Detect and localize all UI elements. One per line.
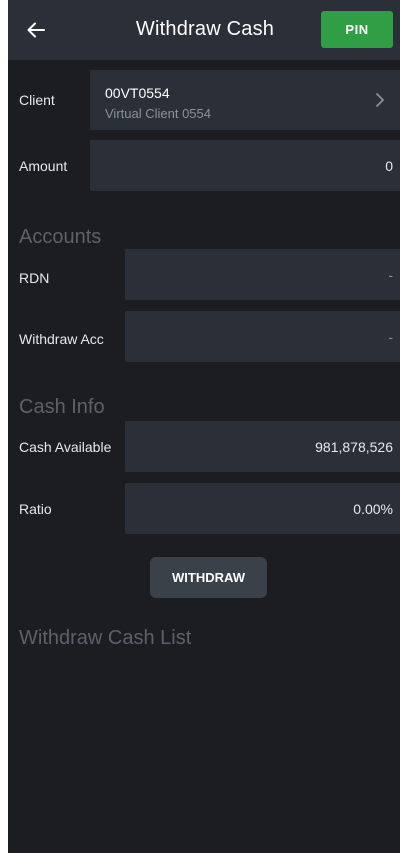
- withdraw-cash-list: [8, 665, 400, 853]
- client-code: 00VT0554: [105, 85, 170, 101]
- app-header: Withdraw Cash PIN: [8, 0, 400, 60]
- ratio-value: 0.00%: [353, 500, 393, 517]
- cash-available-label: Cash Available: [19, 439, 112, 455]
- client-label: Client: [19, 92, 55, 108]
- client-selector[interactable]: 00VT0554 Virtual Client 0554: [90, 70, 400, 130]
- withdraw-acc-field[interactable]: -: [125, 311, 400, 362]
- withdraw-button[interactable]: WITHDRAW: [150, 557, 267, 598]
- ratio-field: 0.00%: [125, 483, 400, 534]
- rdn-value: -: [388, 266, 393, 283]
- amount-input[interactable]: 0: [90, 140, 400, 191]
- cash-available-value: 981,878,526: [315, 438, 393, 455]
- rdn-field: -: [125, 249, 400, 300]
- cash-info-section-title: Cash Info: [19, 396, 105, 418]
- ratio-label: Ratio: [19, 501, 52, 517]
- pin-button[interactable]: PIN: [321, 11, 393, 48]
- accounts-section-title: Accounts: [19, 226, 102, 248]
- withdraw-cash-list-title: Withdraw Cash List: [19, 627, 192, 649]
- cash-available-field: 981,878,526: [125, 421, 400, 472]
- withdraw-acc-label: Withdraw Acc: [19, 331, 104, 347]
- amount-label: Amount: [19, 158, 68, 174]
- withdraw-acc-value: -: [388, 328, 393, 345]
- amount-value: 0: [385, 157, 393, 174]
- rdn-label: RDN: [19, 270, 50, 286]
- app-screen: Withdraw Cash PIN Client 00VT0554 Virtua…: [8, 0, 400, 853]
- client-name: Virtual Client 0554: [105, 106, 211, 121]
- chevron-right-icon: [376, 93, 384, 107]
